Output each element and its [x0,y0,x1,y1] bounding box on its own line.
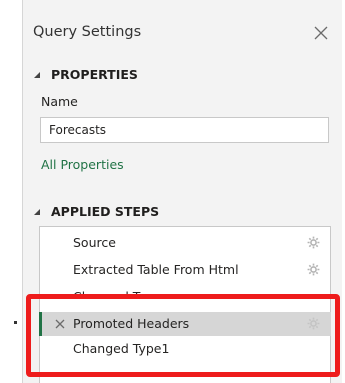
gear-icon[interactable] [307,236,320,249]
properties-section-header[interactable]: PROPERTIES [33,67,138,82]
query-name-input[interactable] [40,117,329,143]
collapse-caret-icon [34,71,40,78]
step-extracted-table-from-html[interactable]: Extracted Table From Html [39,258,331,282]
step-label: Source [73,235,116,250]
delete-step-icon[interactable] [55,319,65,329]
pane-title: Query Settings [33,24,142,40]
gear-icon[interactable] [307,263,320,276]
pane-edge-marker [14,321,17,324]
selection-indicator [39,312,42,336]
step-label: Extracted Table From Html [73,262,239,277]
pane-divider [22,0,23,383]
close-icon[interactable] [313,25,329,41]
all-properties-link[interactable]: All Properties [41,157,124,172]
properties-heading: PROPERTIES [51,67,138,82]
applied-steps-section-header[interactable]: APPLIED STEPS [33,204,159,219]
gear-icon[interactable] [307,317,320,330]
step-label: Promoted Headers [73,316,190,331]
step-label: Changed Type [73,289,162,298]
collapse-caret-icon [34,208,40,215]
applied-steps-heading: APPLIED STEPS [51,204,160,219]
step-source[interactable]: Source [39,231,331,255]
name-label: Name [41,94,78,109]
step-changed-type[interactable]: Changed Type [39,285,331,298]
step-label: Changed Type1 [73,341,170,356]
step-promoted-headers[interactable]: Promoted Headers [39,312,331,336]
step-changed-type1[interactable]: Changed Type1 [39,337,331,361]
